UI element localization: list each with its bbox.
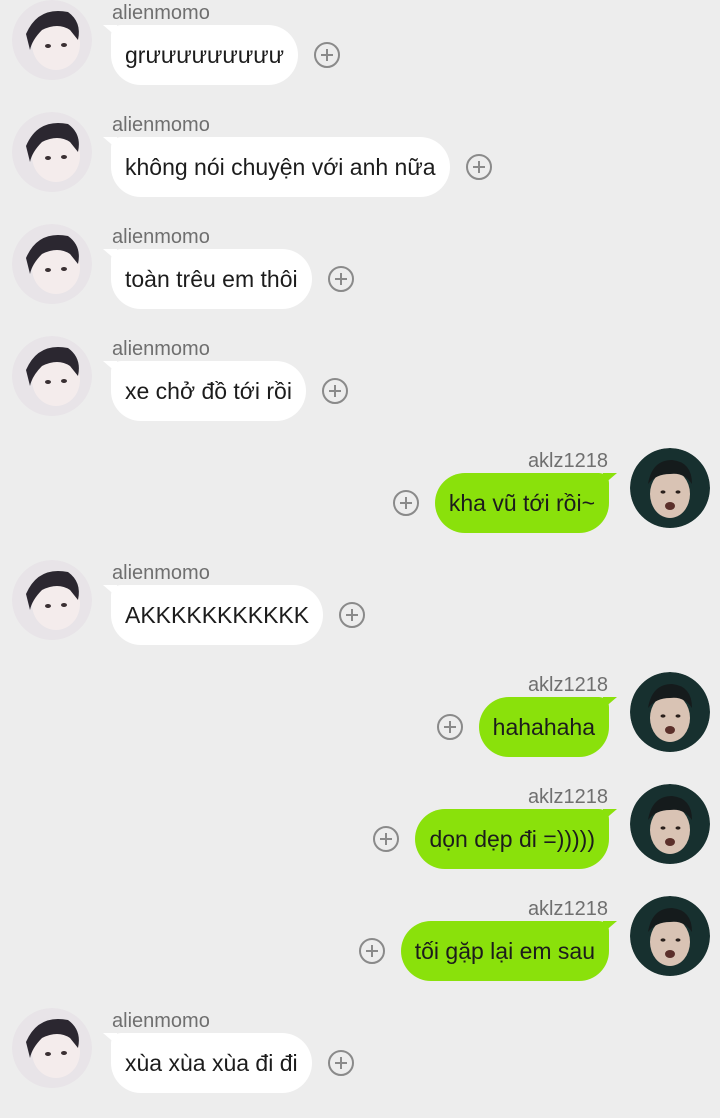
plus-circle-icon[interactable] (321, 378, 348, 404)
sender-name: alienmomo (112, 338, 210, 360)
message-bubble[interactable]: hahahaha (478, 697, 618, 757)
plus-circle-icon[interactable] (392, 490, 419, 516)
message-bubble[interactable]: không nói chuyện với anh nữa (103, 137, 450, 197)
message-row: aklz1218 kha vũ tới rồi~ (0, 448, 720, 558)
plus-circle-icon[interactable] (373, 826, 400, 852)
message-row: alienmomo xùa xùa xùa đi đi (0, 1008, 720, 1118)
avatar-alienmomo[interactable] (12, 224, 92, 304)
plus-circle-icon[interactable] (327, 1050, 354, 1076)
plus-circle-icon[interactable] (327, 266, 354, 292)
avatar-alienmomo[interactable] (12, 112, 92, 192)
message-bubble[interactable]: toàn trêu em thôi (103, 249, 312, 309)
message-bubble[interactable]: tối gặp lại em sau (400, 921, 618, 981)
message-bubble[interactable]: AKKKKKKKKKKK (102, 585, 324, 645)
chat-message-list[interactable]: alienmomo grưưưưưưưưư alienmomo không nó… (0, 0, 720, 1106)
avatar-alienmomo[interactable] (12, 336, 92, 416)
sender-name: aklz1218 (527, 898, 608, 920)
sender-name: alienmomo (112, 226, 210, 248)
avatar-aklz1218[interactable] (630, 672, 710, 752)
message-row: alienmomo không nói chuyện với anh nữa (0, 112, 720, 222)
message-row: alienmomo grưưưưưưưưư (0, 0, 720, 110)
message-row: alienmomo AKKKKKKKKKKK (0, 560, 720, 670)
message-row: aklz1218 tối gặp lại em sau (0, 896, 720, 1006)
message-bubble[interactable]: kha vũ tới rồi~ (434, 473, 618, 533)
message-bubble[interactable]: xùa xùa xùa đi đi (103, 1033, 312, 1093)
plus-circle-icon[interactable] (465, 154, 492, 180)
plus-circle-icon[interactable] (358, 938, 385, 964)
sender-name: aklz1218 (527, 450, 608, 472)
avatar-aklz1218[interactable] (630, 896, 710, 976)
plus-circle-icon[interactable] (339, 602, 366, 628)
message-row: aklz1218 dọn dẹp đi =))))) (0, 784, 720, 894)
sender-name: alienmomo (112, 114, 210, 136)
avatar-alienmomo[interactable] (12, 0, 92, 80)
sender-name: alienmomo (112, 2, 210, 24)
sender-name: aklz1218 (527, 674, 608, 696)
sender-name: alienmomo (112, 1010, 210, 1032)
sender-name: aklz1218 (527, 786, 608, 808)
plus-circle-icon[interactable] (314, 42, 341, 68)
message-row: aklz1218 hahahaha (0, 672, 720, 782)
avatar-alienmomo[interactable] (12, 1008, 92, 1088)
message-row: alienmomo xe chở đồ tới rồi (0, 336, 720, 446)
message-row: alienmomo toàn trêu em thôi (0, 224, 720, 334)
avatar-alienmomo[interactable] (12, 560, 92, 640)
message-bubble[interactable]: dọn dẹp đi =))))) (415, 809, 617, 869)
message-bubble[interactable]: xe chở đồ tới rồi (103, 361, 306, 421)
plus-circle-icon[interactable] (436, 714, 463, 740)
avatar-aklz1218[interactable] (630, 784, 710, 864)
avatar-aklz1218[interactable] (630, 448, 710, 528)
sender-name: alienmomo (112, 562, 210, 584)
message-bubble[interactable]: grưưưưưưưưư (102, 25, 299, 85)
